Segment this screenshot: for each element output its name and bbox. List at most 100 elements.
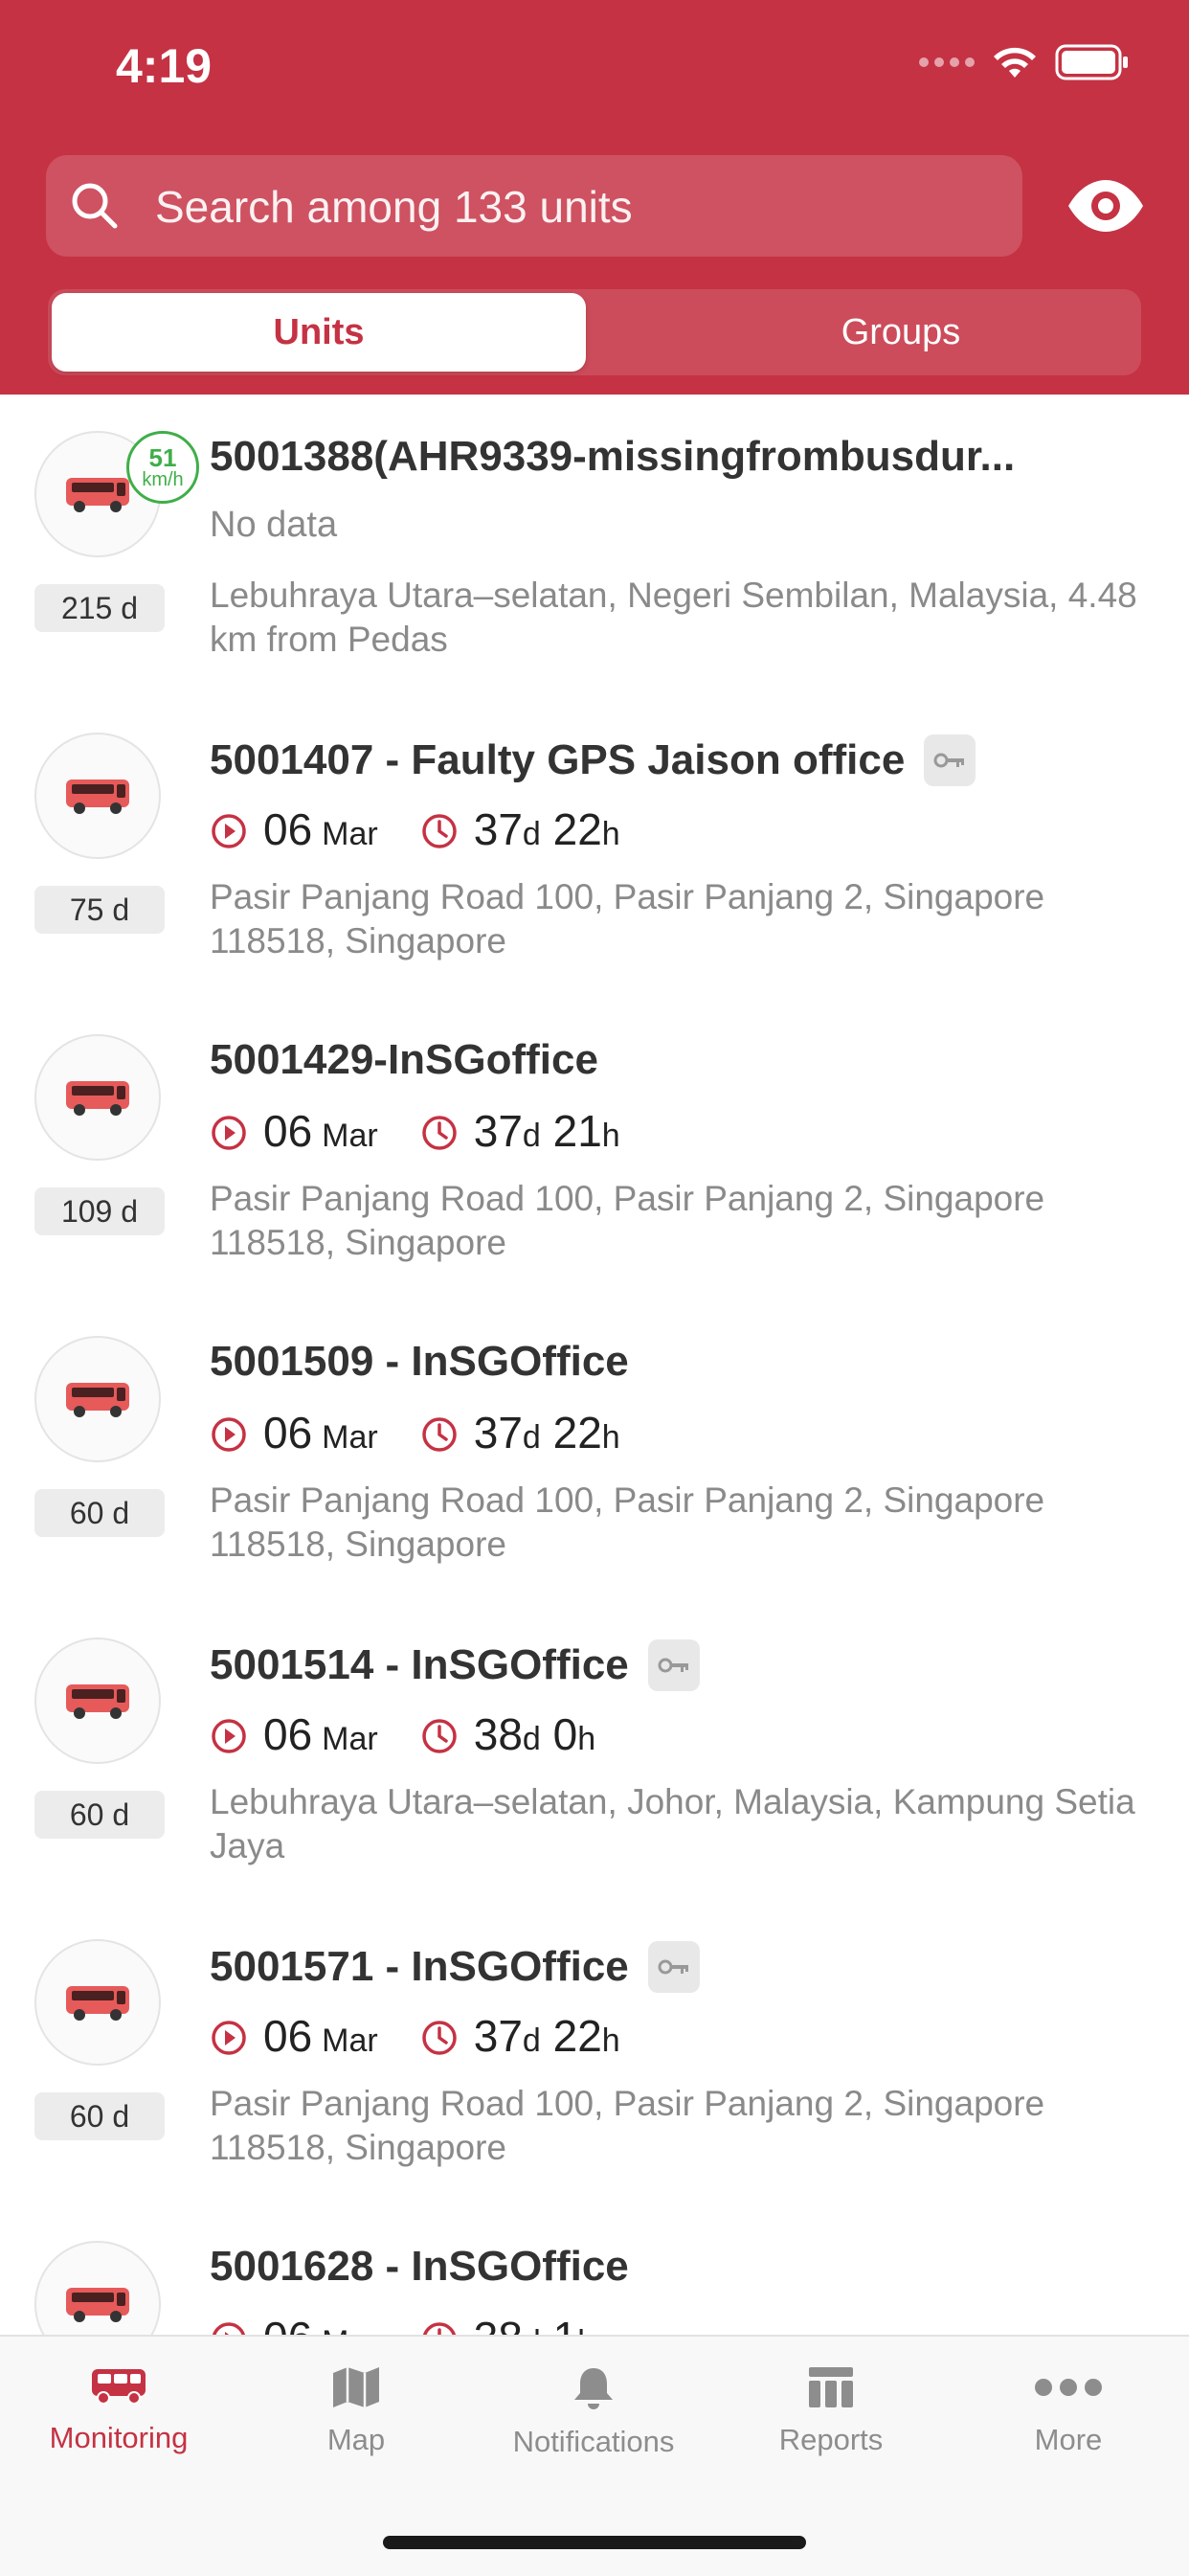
key-icon <box>647 1941 700 1993</box>
last-trip-month: Mar <box>322 2022 378 2059</box>
tab-notifications-label: Notifications <box>512 2425 675 2458</box>
battery-icon <box>1055 44 1128 80</box>
unit-address: Pasir Panjang Road 100, Pasir Panjang 2,… <box>210 877 1045 960</box>
unit-row[interactable]: 109 d 5001429-InSGoffice 06 Mar 37 d 21 h P… <box>0 998 1189 1301</box>
tab-reports[interactable]: Reports <box>712 2365 950 2457</box>
key-icon <box>647 1639 700 1691</box>
play-circle-icon <box>212 2322 246 2335</box>
units-list[interactable]: 51 km/h 215 d 5001388(AHR9339-missingfro… <box>0 395 1189 2335</box>
play-circle-icon <box>212 1417 246 1452</box>
duration-hours-unit: h <box>601 2022 620 2059</box>
tab-reports-label: Reports <box>778 2423 884 2456</box>
unit-address: Pasir Panjang Road 100, Pasir Panjang 2,… <box>210 2084 1045 2167</box>
bus-icon <box>92 2369 146 2405</box>
unit-name: 5001628 - InSGOffice <box>210 2243 629 2290</box>
tab-more-label: More <box>1034 2423 1103 2456</box>
duration-days-unit: d <box>522 1118 541 1154</box>
unit-row[interactable]: 51 km/h 215 d 5001388(AHR9339-missingfro… <box>0 395 1189 698</box>
bus-icon <box>34 1939 161 2066</box>
status-icons <box>919 44 1130 80</box>
play-circle-icon <box>212 1719 246 1753</box>
clock-icon <box>421 1116 457 1150</box>
wifi-icon <box>994 47 1036 78</box>
unit-row[interactable]: 75 d 5001407 - Faulty GPS Jaison office … <box>0 696 1189 1000</box>
unit-address: Lebuhraya Utara–selatan, Negeri Sembilan… <box>210 576 1137 659</box>
last-trip-month: Mar <box>322 816 378 852</box>
more-icon <box>1035 2379 1102 2396</box>
duration-days-unit: d <box>523 2324 541 2335</box>
duration-days: 37 <box>473 1408 523 1457</box>
search-bar[interactable] <box>46 155 1022 259</box>
days-badge: 60 d <box>34 1791 165 1839</box>
duration-hours-unit: h <box>601 1118 620 1154</box>
reports-icon <box>809 2367 853 2407</box>
unit-row[interactable]: 60 d 5001509 - InSGOffice 06 Mar 37 d 22 h … <box>0 1299 1189 1603</box>
home-indicator <box>383 2536 806 2549</box>
days-badge: 215 d <box>34 584 165 632</box>
tab-map-label: Map <box>326 2423 386 2456</box>
speed-indicator: 51 km/h <box>126 431 199 504</box>
map-icon <box>333 2367 379 2407</box>
key-icon <box>924 734 976 786</box>
tab-units[interactable]: Units <box>52 293 586 372</box>
unit-meta: 06 Mar 37 d 21 h <box>210 1105 620 1157</box>
play-circle-icon <box>212 814 246 848</box>
unit-meta: 06 Mar 37 d 22 h <box>210 803 620 855</box>
search-icon <box>72 183 118 229</box>
last-trip-day: 06 <box>263 1106 313 1156</box>
bus-icon <box>34 2241 161 2335</box>
duration-hours: 22 <box>552 804 602 854</box>
duration-days-unit: d <box>522 1419 541 1456</box>
duration-hours-unit: h <box>577 1721 596 1757</box>
unit-name: 5001407 - Faulty GPS Jaison office <box>210 734 976 786</box>
eye-icon[interactable] <box>1066 178 1145 234</box>
units-groups-segmented-control: Units Groups <box>48 289 1141 375</box>
days-badge: 60 d <box>34 2092 165 2140</box>
unit-name: 5001388(AHR9339-missingfrombusdur... <box>210 433 1016 480</box>
duration-hours: 21 <box>552 1106 602 1156</box>
unit-row[interactable]: 5001628 - InSGOffice 06 Mar 38d 1h <box>0 2204 1189 2335</box>
duration-hours: 1 <box>553 2312 578 2335</box>
tab-monitoring-label: Monitoring <box>49 2421 189 2454</box>
cellular-signal-icon <box>919 57 975 67</box>
duration-hours-unit: h <box>601 816 620 852</box>
last-trip-day: 06 <box>263 804 313 854</box>
speed-value: 51 <box>148 443 177 472</box>
duration-days-unit: d <box>522 1721 541 1757</box>
duration-hours: 22 <box>552 2011 602 2061</box>
tab-groups[interactable]: Groups <box>634 293 1168 372</box>
bus-icon <box>34 1638 161 1764</box>
header: 4:19 Units Groups <box>0 0 1189 395</box>
last-trip-month: Mar <box>322 1721 378 1757</box>
status-time: 4:19 <box>116 39 213 93</box>
tab-more[interactable]: More <box>950 2365 1187 2457</box>
duration-days: 37 <box>473 2011 523 2061</box>
duration-days: 38 <box>474 2312 523 2335</box>
bell-icon <box>574 2368 613 2409</box>
duration-hours: 0 <box>552 1709 578 1759</box>
unit-address: Pasir Panjang Road 100, Pasir Panjang 2,… <box>210 1179 1045 1262</box>
unit-name: 5001571 - InSGOffice <box>210 1941 700 1993</box>
bus-icon <box>34 733 161 859</box>
speed-unit: km/h <box>142 469 184 490</box>
days-badge: 60 d <box>34 1489 165 1537</box>
tab-notifications[interactable]: Notifications <box>475 2365 712 2459</box>
tab-monitoring[interactable]: Monitoring <box>0 2365 237 2455</box>
duration-days-unit: d <box>522 2022 541 2059</box>
unit-row[interactable]: 60 d 5001514 - InSGOffice 06 Mar 38 d 0h L… <box>0 1601 1189 1905</box>
tab-map[interactable]: Map <box>237 2365 475 2457</box>
play-circle-icon <box>212 2021 246 2055</box>
unit-name: 5001514 - InSGOffice <box>210 1639 700 1691</box>
search-input[interactable] <box>153 155 999 259</box>
duration-days: 38 <box>473 1709 523 1759</box>
unit-meta: 06 Mar 37 d 22 h <box>210 1407 620 1458</box>
unit-row[interactable]: 60 d 5001571 - InSGOffice 06 Mar 37 d 22 h … <box>0 1903 1189 2206</box>
last-trip-month: Mar <box>322 2324 378 2335</box>
unit-name: 5001509 - InSGOffice <box>210 1338 629 1385</box>
last-trip-day: 06 <box>263 2312 312 2335</box>
unit-meta: 06 Mar 37 d 22 h <box>210 2010 620 2062</box>
clock-icon <box>421 1719 457 1753</box>
duration-hours-unit: h <box>601 1419 620 1456</box>
duration-days-unit: d <box>522 816 541 852</box>
clock-icon <box>421 1417 457 1452</box>
